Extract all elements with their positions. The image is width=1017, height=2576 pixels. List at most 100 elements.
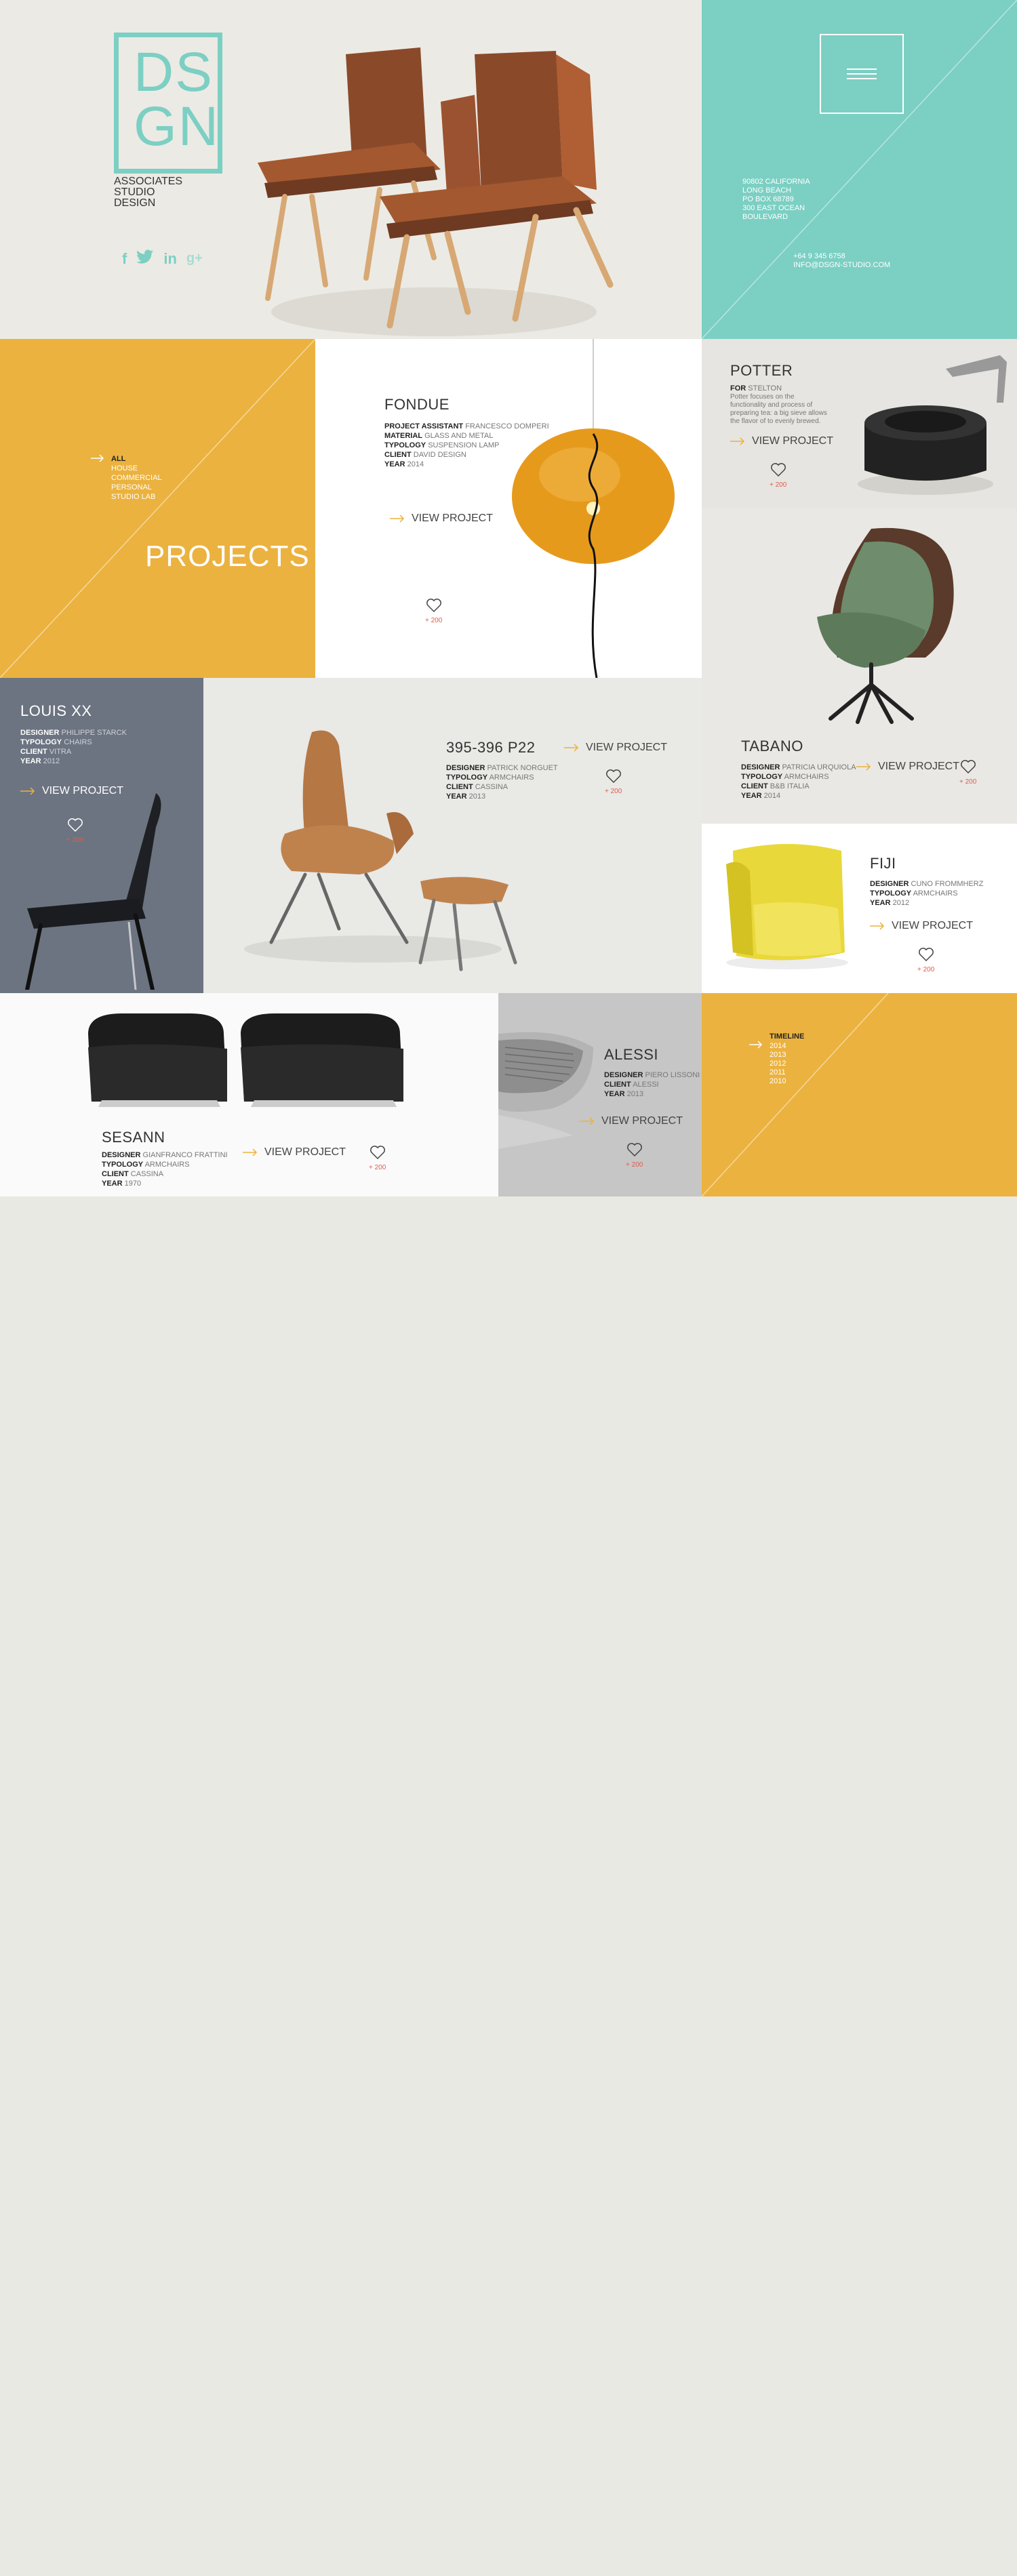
view-project-label: VIEW PROJECT — [892, 920, 974, 931]
tagline-line: DESIGN — [114, 197, 156, 209]
project-title: LOUIS XX — [20, 702, 92, 719]
diagonal-line — [702, 993, 889, 1196]
tagline-line: STUDIO — [114, 186, 155, 198]
project-card-louis-xx[interactable]: LOUIS XX DESIGNER PHILIPPE STARCK TYPOLO… — [0, 678, 203, 993]
hero-chairs-image — [258, 47, 614, 336]
timeline-year[interactable]: 2013 — [770, 1051, 786, 1060]
project-meta: DESIGNER PATRICIA URQUIOLA TYPOLOGY ARMC… — [741, 763, 856, 800]
timeline-year[interactable]: 2011 — [770, 1068, 786, 1077]
project-meta: DESIGNER CUNO FROMMHERZ TYPOLOGY ARMCHAI… — [870, 880, 984, 907]
like-count: + 200 — [770, 481, 787, 489]
project-title: ALESSI — [604, 1046, 659, 1063]
view-project-button[interactable]: VIEW PROJECT — [730, 435, 833, 447]
logo-letter: S — [175, 41, 214, 103]
view-project-button[interactable]: VIEW PROJECT — [856, 761, 959, 773]
page-background — [0, 1196, 1017, 2576]
like-button[interactable]: + 200 — [770, 462, 786, 489]
project-title: POTTER — [730, 362, 793, 379]
project-card-potter[interactable]: POTTER FOR STELTON Potter focuses on the… — [702, 339, 1017, 508]
bowl-image — [498, 1032, 593, 1149]
contact-details: +64 9 345 6758 INFO@DSGN-STUDIO.COM — [793, 252, 890, 270]
timeline-year[interactable]: 2012 — [770, 1060, 786, 1068]
twitter-icon[interactable] — [136, 249, 154, 268]
timeline-year[interactable]: 2014 — [770, 1042, 786, 1051]
timeline-years: 2014 2013 2012 2011 2010 — [770, 1042, 786, 1086]
filter-commercial[interactable]: COMMERCIAL — [111, 473, 162, 483]
heart-icon — [960, 760, 976, 774]
project-meta: DESIGNER PIERO LISSONI CLIENT ALESSI YEA… — [604, 1071, 700, 1098]
project-card-tabano[interactable]: TABANO DESIGNER PATRICIA URQUIOLA TYPOLO… — [702, 508, 1017, 824]
view-project-button[interactable]: VIEW PROJECT — [580, 1115, 683, 1127]
lounge-chair-image — [244, 730, 517, 971]
view-project-button[interactable]: VIEW PROJECT — [243, 1146, 346, 1159]
heart-icon — [626, 1143, 642, 1157]
heart-icon — [426, 599, 441, 613]
heart-icon — [605, 769, 621, 784]
timeline-panel: TIMELINE 2014 2013 2012 2011 2010 — [702, 993, 1017, 1196]
address-line: LONG BEACH — [742, 186, 792, 195]
like-button[interactable]: + 200 — [917, 947, 934, 973]
project-card-sesann[interactable]: SESANN DESIGNER GIANFRANCO FRATTINI TYPO… — [0, 993, 498, 1196]
filter-personal[interactable]: PERSONAL — [111, 483, 162, 492]
like-button[interactable]: + 200 — [605, 769, 622, 795]
project-title: FONDUE — [384, 396, 450, 413]
googleplus-icon[interactable]: g+ — [186, 251, 203, 266]
address: 90802 CALIFORNIA LONG BEACH PO BOX 68789… — [742, 178, 810, 222]
hamburger-icon — [847, 68, 877, 79]
view-project-label: VIEW PROJECT — [752, 435, 834, 447]
view-project-label: VIEW PROJECT — [412, 512, 494, 524]
like-count: + 200 — [425, 617, 443, 624]
heart-icon — [918, 948, 934, 962]
teapot-image — [858, 355, 1007, 495]
hero-header: DS GN ASSOCIATES STUDIO DESIGN f in g+ — [0, 0, 702, 339]
like-count: + 200 — [959, 778, 977, 786]
logo[interactable]: DS GN — [114, 33, 222, 174]
tagline-line: ASSOCIATES — [114, 176, 183, 187]
linkedin-icon[interactable]: in — [163, 250, 177, 268]
project-card-p22[interactable]: 395-396 P22 DESIGNER PATRICK NORGUET TYP… — [203, 678, 702, 993]
timeline-year[interactable]: 2010 — [770, 1077, 786, 1086]
like-button[interactable]: + 200 — [425, 598, 442, 624]
filter-house[interactable]: HOUSE — [111, 464, 162, 473]
view-project-button[interactable]: VIEW PROJECT — [870, 920, 973, 932]
armchair-image — [726, 844, 848, 969]
arrow-right-icon — [390, 515, 405, 523]
project-card-fiji[interactable]: FIJI DESIGNER CUNO FROMMHERZ TYPOLOGY AR… — [702, 824, 1017, 993]
like-count: + 200 — [605, 788, 622, 795]
arrow-right-icon — [730, 437, 745, 445]
filter-all[interactable]: ALL — [111, 454, 162, 464]
project-title: TABANO — [741, 738, 803, 754]
view-project-label: VIEW PROJECT — [264, 1146, 346, 1158]
logo-letter: D — [134, 41, 176, 103]
projects-heading: PROJECTS — [145, 540, 310, 573]
lamp-image — [512, 339, 675, 678]
timeline-label: TIMELINE — [770, 1032, 805, 1041]
arrow-right-icon — [856, 763, 871, 771]
project-title: SESANN — [102, 1129, 165, 1146]
like-button[interactable]: + 200 — [369, 1145, 386, 1171]
view-project-button[interactable]: VIEW PROJECT — [564, 742, 667, 754]
sofa-image — [88, 1013, 403, 1107]
menu-button[interactable] — [820, 34, 904, 114]
arrow-right-icon — [749, 1041, 763, 1049]
armchair-image — [817, 527, 954, 724]
address-line: BOULEVARD — [742, 213, 789, 221]
email[interactable]: INFO@DSGN-STUDIO.COM — [793, 261, 890, 270]
filter-studio-lab[interactable]: STUDIO LAB — [111, 492, 162, 502]
arrow-right-icon — [564, 744, 579, 752]
view-project-button[interactable]: VIEW PROJECT — [390, 512, 493, 525]
heart-icon — [370, 1146, 385, 1160]
address-line: 90802 CALIFORNIA — [742, 178, 810, 186]
like-button[interactable]: + 200 — [626, 1142, 643, 1169]
like-button[interactable]: + 200 — [959, 759, 976, 786]
phone[interactable]: +64 9 345 6758 — [793, 252, 890, 261]
project-card-fondue[interactable]: FONDUE PROJECT ASSISTANT FRANCESCO DOMPE… — [315, 339, 702, 678]
project-card-alessi[interactable]: ALESSI DESIGNER PIERO LISSONI CLIENT ALE… — [498, 993, 702, 1196]
tagline: ASSOCIATES STUDIO DESIGN — [114, 176, 182, 209]
like-count: + 200 — [369, 1164, 386, 1171]
project-title: FIJI — [870, 855, 896, 872]
heart-icon — [770, 463, 786, 477]
facebook-icon[interactable]: f — [122, 250, 127, 268]
logo-letter: G — [134, 96, 178, 157]
arrow-right-icon — [243, 1148, 258, 1156]
